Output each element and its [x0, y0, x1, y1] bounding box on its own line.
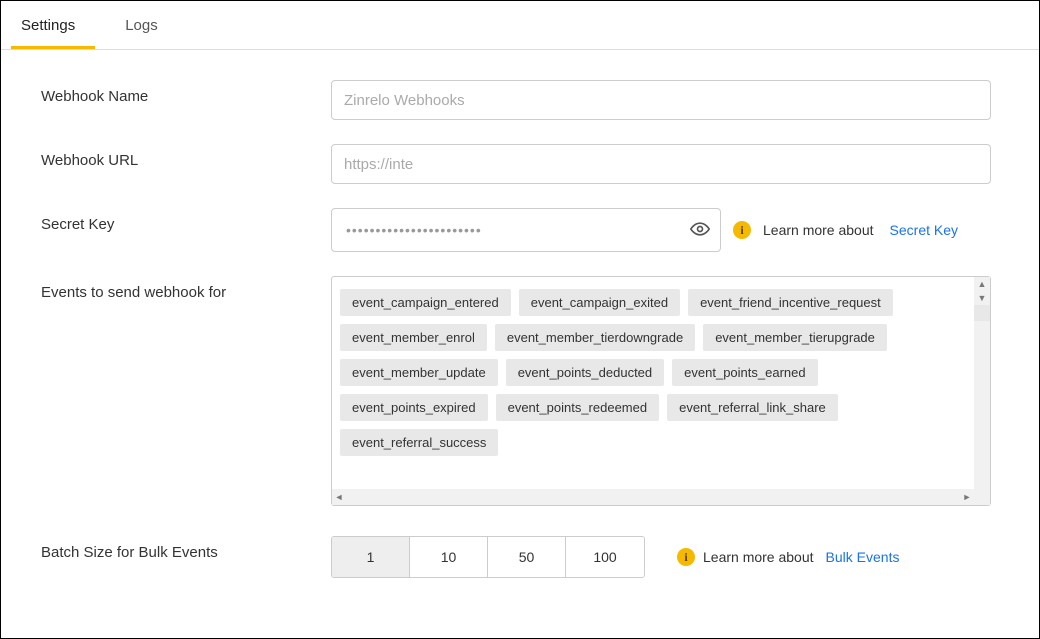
- event-tag[interactable]: event_points_redeemed: [496, 394, 660, 421]
- event-tag[interactable]: event_campaign_entered: [340, 289, 511, 316]
- help-secret-text: Learn more about: [763, 222, 874, 238]
- batch-option[interactable]: 100: [566, 537, 644, 577]
- row-secret-key: Secret Key ••••••••••••••••••••••• i Lea…: [41, 208, 999, 252]
- label-webhook-name: Webhook Name: [41, 80, 331, 105]
- info-icon[interactable]: i: [677, 548, 695, 566]
- event-tag[interactable]: event_member_tierupgrade: [703, 324, 887, 351]
- help-bulk-text: Learn more about: [703, 549, 814, 565]
- secret-mask: •••••••••••••••••••••••: [346, 222, 690, 238]
- info-icon[interactable]: i: [733, 221, 751, 239]
- event-tag[interactable]: event_member_tierdowngrade: [495, 324, 695, 351]
- webhook-name-input[interactable]: [331, 80, 991, 120]
- form-area: Webhook Name Webhook URL Secret Key ••••…: [1, 50, 1039, 612]
- event-tag[interactable]: event_points_earned: [672, 359, 817, 386]
- events-box: event_campaign_entered event_campaign_exi…: [331, 276, 991, 506]
- batch-option[interactable]: 10: [410, 537, 488, 577]
- batch-option[interactable]: 50: [488, 537, 566, 577]
- event-tag[interactable]: event_campaign_exited: [519, 289, 680, 316]
- event-tag[interactable]: event_referral_link_share: [667, 394, 838, 421]
- tab-settings[interactable]: Settings: [11, 1, 95, 49]
- scroll-down-icon[interactable]: ▼: [974, 291, 990, 305]
- row-batch-size: Batch Size for Bulk Events 11050100 i Le…: [41, 536, 999, 578]
- settings-panel: Settings Logs Webhook Name Webhook URL S…: [0, 0, 1040, 639]
- eye-icon[interactable]: [690, 219, 710, 242]
- help-bulk-link[interactable]: Bulk Events: [826, 549, 900, 565]
- event-tag[interactable]: event_member_enrol: [340, 324, 487, 351]
- tab-bar: Settings Logs: [1, 1, 1039, 50]
- label-webhook-url: Webhook URL: [41, 144, 331, 169]
- hscrollbar[interactable]: ◄ ►: [332, 489, 974, 505]
- label-batch-size: Batch Size for Bulk Events: [41, 536, 331, 561]
- batch-size-segmented: 11050100: [331, 536, 645, 578]
- event-tag[interactable]: event_friend_incentive_request: [688, 289, 893, 316]
- event-tag[interactable]: event_points_expired: [340, 394, 488, 421]
- label-secret-key: Secret Key: [41, 208, 331, 233]
- tab-logs[interactable]: Logs: [115, 1, 178, 49]
- scroll-up-icon[interactable]: ▲: [974, 277, 990, 291]
- event-tags: event_campaign_entered event_campaign_exi…: [340, 289, 966, 456]
- row-webhook-name: Webhook Name: [41, 80, 999, 120]
- scroll-left-icon[interactable]: ◄: [332, 492, 346, 502]
- row-events: Events to send webhook for event_campaig…: [41, 276, 999, 506]
- vscrollbar[interactable]: ▲ ▼: [974, 277, 990, 505]
- event-tag[interactable]: event_points_deducted: [506, 359, 664, 386]
- scroll-right-icon[interactable]: ►: [960, 492, 974, 502]
- webhook-url-input[interactable]: [331, 144, 991, 184]
- help-secret-link[interactable]: Secret Key: [890, 222, 958, 238]
- event-tag[interactable]: event_member_update: [340, 359, 498, 386]
- secret-key-input[interactable]: •••••••••••••••••••••••: [331, 208, 721, 252]
- batch-option[interactable]: 1: [332, 537, 410, 577]
- label-events: Events to send webhook for: [41, 276, 331, 301]
- scroll-corner: [974, 305, 990, 321]
- event-tag[interactable]: event_referral_success: [340, 429, 498, 456]
- row-webhook-url: Webhook URL: [41, 144, 999, 184]
